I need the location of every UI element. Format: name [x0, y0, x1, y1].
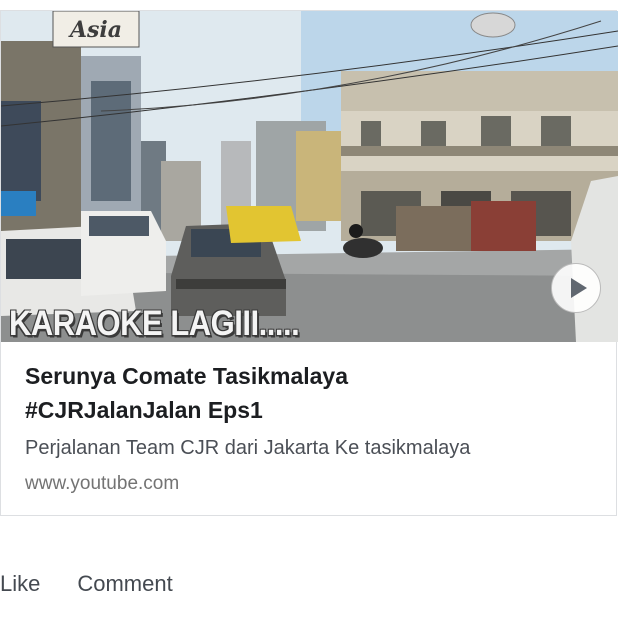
- link-title-line1: Serunya Comate Tasikmalaya: [25, 363, 349, 389]
- video-overlay-caption: KARAOKE LAGIII.....: [9, 303, 300, 342]
- link-description: Perjalanan Team CJR dari Jakarta Ke tasi…: [25, 437, 471, 459]
- play-button[interactable]: [551, 263, 601, 313]
- play-icon: [570, 278, 587, 298]
- like-button[interactable]: Like: [0, 571, 40, 597]
- post-actions-bar: Like Comment: [0, 571, 173, 597]
- link-domain: www.youtube.com: [25, 473, 180, 494]
- link-title[interactable]: Serunya Comate Tasikmalaya #CJRJalanJala…: [25, 359, 596, 427]
- link-title-line2: #CJRJalanJalan Eps1: [25, 397, 263, 423]
- street-scene-image: Asia: [1, 11, 618, 342]
- link-preview-card[interactable]: Asia KARAOKE LAGIII..... Serunya Comate …: [0, 10, 618, 516]
- video-thumbnail[interactable]: Asia KARAOKE LAGIII.....: [1, 11, 618, 342]
- store-sign-text: Asia: [68, 17, 122, 43]
- link-preview-meta[interactable]: Serunya Comate Tasikmalaya #CJRJalanJala…: [25, 359, 596, 499]
- comment-button[interactable]: Comment: [77, 571, 172, 597]
